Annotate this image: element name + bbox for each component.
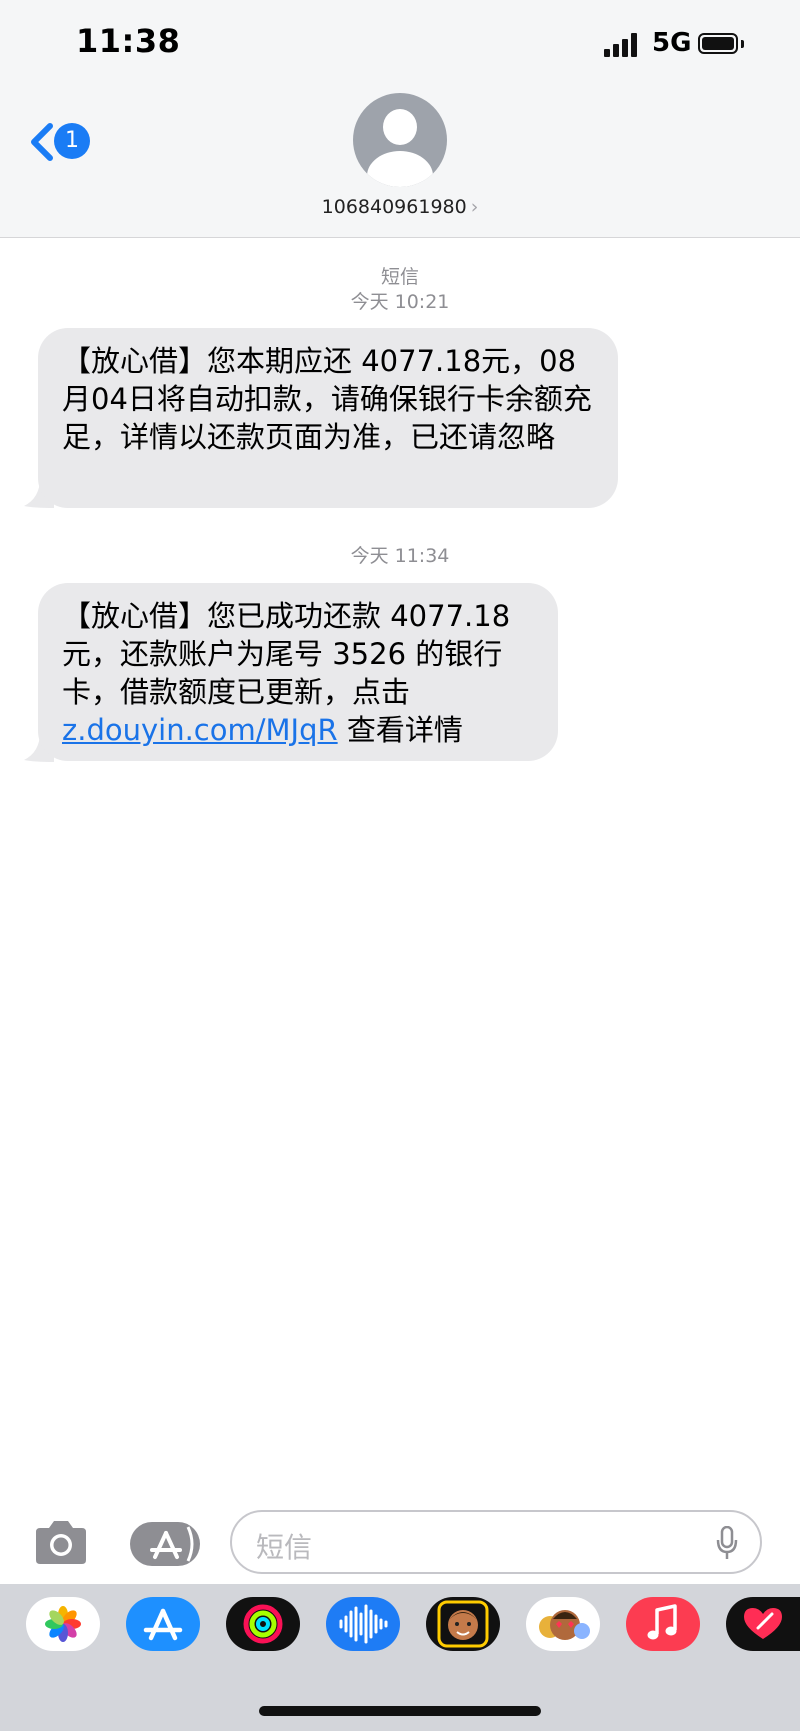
activity-icon[interactable] [226,1597,300,1651]
camera-button[interactable] [32,1518,90,1566]
cellular-signal-icon [604,33,644,57]
contact-name[interactable]: 106840961980 › [300,196,500,218]
music-icon[interactable] [626,1597,700,1651]
memoji-icon[interactable] [426,1597,500,1651]
person-icon-body [367,151,433,187]
message-text: 【放心借】您已成功还款 4077.18元，还款账户为尾号 3526 的银行卡，借… [62,599,511,709]
message-input-placeholder: 短信 [256,1531,313,1564]
digital-touch-icon[interactable] [726,1597,800,1651]
contact-avatar[interactable] [353,93,447,187]
battery-icon [698,33,738,54]
message-link[interactable]: z.douyin.com/MJqR [62,713,338,747]
memoji-stickers-icon[interactable] [526,1597,600,1651]
message-text-suffix: 查看详情 [337,713,463,747]
photos-icon[interactable] [26,1597,100,1651]
battery-tip [741,40,744,48]
camera-icon [36,1521,86,1564]
message-bubble[interactable]: 【放心借】您本期应还 4077.18元，08月04日将自动扣款，请确保银行卡余额… [38,328,618,508]
app-store-icon [150,1526,194,1562]
apps-button[interactable] [130,1522,200,1566]
message-timestamp: 今天 10:21 [350,291,450,313]
status-time: 11:38 [76,22,181,60]
service-label: 短信 [380,266,419,288]
message-timestamp: 今天 11:34 [350,545,450,567]
person-icon-head [383,109,417,145]
unread-count-badge[interactable]: 1 [54,123,90,159]
microphone-icon[interactable] [716,1526,738,1560]
network-type: 5G [652,28,692,58]
message-input[interactable]: 短信 [230,1510,762,1574]
chevron-right-icon: › [470,196,479,218]
audio-message-icon[interactable] [326,1597,400,1651]
message-text: 【放心借】您本期应还 4077.18元，08月04日将自动扣款，请确保银行卡余额… [62,344,592,454]
app-store-icon[interactable] [126,1597,200,1651]
message-bubble[interactable]: 【放心借】您已成功还款 4077.18元，还款账户为尾号 3526 的银行卡，借… [38,583,558,761]
home-indicator[interactable] [259,1706,541,1716]
contact-number: 106840961980 [321,196,467,218]
